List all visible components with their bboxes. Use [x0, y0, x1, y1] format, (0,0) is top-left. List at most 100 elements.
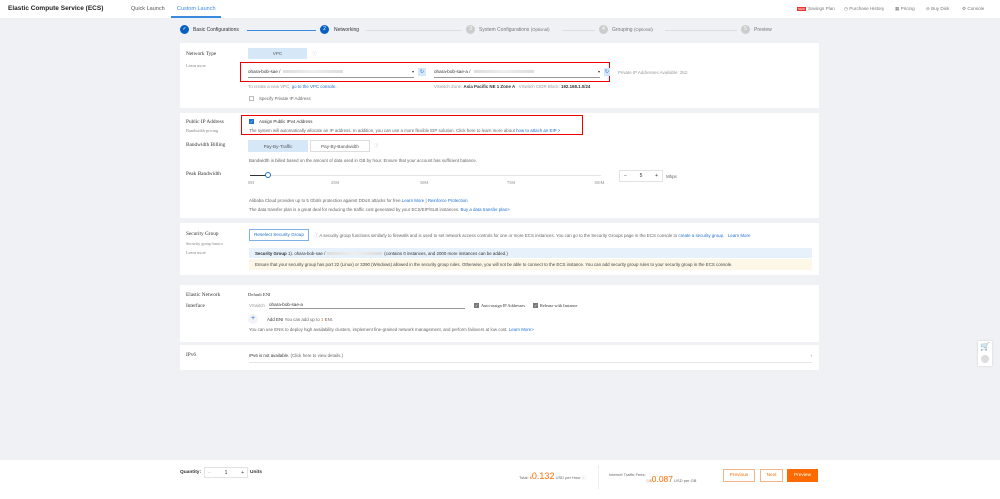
- redacted-id: [473, 70, 534, 73]
- release-checkbox[interactable]: ✓: [533, 303, 538, 308]
- network-type-label: Network Type: [186, 51, 217, 57]
- ipv6-expander[interactable]: IPv6 is not available. (Click here to vi…: [249, 353, 812, 363]
- eni-learn-more-link[interactable]: Learn More>: [509, 327, 534, 332]
- default-eni-label: Default ENI: [248, 292, 271, 297]
- dropdown-arrow-icon: ▾: [411, 69, 414, 74]
- pay-by-traffic-button[interactable]: Pay-By-Traffic: [248, 140, 308, 152]
- tick-label: 100M: [594, 180, 605, 185]
- bandwidth-slider-handle[interactable]: [264, 172, 271, 178]
- increment-button[interactable]: +: [655, 173, 658, 179]
- refresh-vpc-icon[interactable]: ↻: [418, 68, 426, 76]
- security-warning: Ensure that your security group has port…: [249, 259, 812, 270]
- step-grouping[interactable]: Grouping (Optional): [612, 27, 653, 33]
- eni-vswitch-field[interactable]: ohara-bob-sae-a: [269, 299, 465, 309]
- tick-label: 0M: [248, 180, 254, 185]
- private-ip-available: Private IP Addresses Available: 252.: [618, 70, 689, 75]
- redacted-id: [283, 70, 344, 73]
- cart-icon[interactable]: 🛒: [980, 342, 990, 351]
- decrement-button[interactable]: −: [624, 173, 627, 179]
- eip-description: The system will automatically allocate a…: [249, 128, 561, 133]
- release-label: Release with Instance: [540, 303, 578, 308]
- eni-label-2: Interface: [186, 303, 205, 309]
- quantity-stepper[interactable]: − 1 +: [204, 467, 248, 478]
- bandwidth-slider-track[interactable]: [250, 175, 601, 176]
- data-plan-text: The data transfer plan is a great deal f…: [249, 207, 510, 212]
- pricing-link[interactable]: ▦ Pricing: [895, 6, 915, 12]
- peak-bandwidth-value[interactable]: 5: [640, 173, 643, 179]
- pay-by-bandwidth-button[interactable]: Pay-By-Bandwidth: [310, 140, 370, 152]
- total-price: Total: $0.132 USD per Hour ⓘ: [519, 471, 586, 481]
- add-eni-plus-icon[interactable]: +: [248, 314, 258, 324]
- create-security-group-link[interactable]: create a security group.: [678, 233, 724, 238]
- new-badge: NEW: [797, 6, 806, 11]
- step-preview[interactable]: Preview: [754, 27, 772, 33]
- ipv6-label: IPv6: [186, 352, 197, 358]
- step-3-number: 3: [466, 25, 475, 34]
- help-icon[interactable]: ⓘ: [374, 143, 378, 149]
- tick-label: 50M: [420, 180, 429, 185]
- help-circle-icon[interactable]: [981, 355, 989, 363]
- add-eni-button[interactable]: Add ENI: [267, 317, 283, 322]
- vpc-select[interactable]: ohara-bob-sae / ▾: [248, 66, 414, 78]
- console-link[interactable]: ⚙ Console: [962, 6, 984, 12]
- increment-button[interactable]: +: [241, 470, 244, 476]
- security-group-description: ⓘ A security group functions similarly t…: [314, 233, 751, 238]
- attach-eip-link[interactable]: how to attach an EIP >: [516, 128, 560, 133]
- tick-label: 75M: [507, 180, 516, 185]
- quantity-label: Quantity:: [180, 470, 202, 475]
- step-connector: [247, 29, 316, 31]
- vpc-console-link[interactable]: go to the VPC console.: [292, 84, 337, 89]
- traffic-fees-label: Internet Traffic Fees:: [609, 472, 646, 477]
- vpc-button[interactable]: VPC: [248, 48, 307, 59]
- ddos-text: Alibaba Cloud provides up to 5 Gbit/s pr…: [249, 198, 468, 203]
- assign-ipv4-checkbox[interactable]: ✓: [249, 119, 254, 124]
- vswitch-select[interactable]: ohara-bob-sae-a / ▾: [434, 66, 600, 78]
- step-system-configurations[interactable]: System Configurations (Optional): [479, 27, 550, 33]
- auto-assign-checkbox[interactable]: ✓: [474, 303, 479, 308]
- page-title: Elastic Compute Service (ECS): [8, 5, 104, 12]
- peak-bandwidth-label: Peak Bandwidth: [186, 171, 221, 177]
- divider: [598, 465, 599, 489]
- ddos-learn-more-link[interactable]: Learn More: [402, 198, 424, 203]
- tab-quick-launch[interactable]: Quick Launch: [131, 6, 165, 12]
- specify-ip-label: Specify Private IP Address: [259, 96, 311, 101]
- step-basic-configurations[interactable]: Basic Configurations: [193, 27, 239, 33]
- help-icon[interactable]: ⓘ: [312, 51, 316, 57]
- peak-bandwidth-stepper[interactable]: − 5 +: [619, 170, 663, 182]
- chevron-right-icon: ›: [810, 353, 812, 358]
- security-basics-link[interactable]: Security group basics: [186, 241, 223, 246]
- reselect-security-group-button[interactable]: Reselect Security Group: [249, 229, 309, 241]
- purchase-history-link[interactable]: ◷ Purchase History: [844, 6, 884, 12]
- create-vpc-hint: To create a new VPC, go to the VPC conso…: [248, 84, 337, 89]
- buy-disk-link[interactable]: ⊖ Buy Disk: [926, 6, 949, 12]
- eni-label: Elastic Network: [186, 292, 221, 298]
- previous-button[interactable]: Previous: [723, 469, 755, 482]
- next-button[interactable]: Next: [760, 469, 783, 482]
- eni-section: [180, 285, 819, 342]
- traffic-fees-price: ◷$0.087 USD per GB: [646, 474, 697, 484]
- specify-ip-checkbox[interactable]: [249, 96, 254, 101]
- redacted-id: [327, 251, 383, 255]
- learn-more-link[interactable]: Learn more: [186, 63, 206, 68]
- auto-assign-label: Auto-assign IP Addresses: [481, 303, 526, 308]
- step-1-check-icon: ✓: [180, 25, 189, 34]
- reinforce-protection-link[interactable]: Reinforce Protection: [428, 198, 468, 203]
- dropdown-arrow-icon: ▾: [597, 69, 600, 74]
- step-connector: [366, 29, 462, 31]
- quantity-value[interactable]: 1: [225, 470, 228, 476]
- learn-more-link[interactable]: Learn More: [728, 233, 750, 238]
- buy-data-plan-link[interactable]: Buy a data transfer plan>: [461, 207, 510, 212]
- security-learn-more-link[interactable]: Learn more: [186, 250, 206, 255]
- footer-bar: [0, 460, 1000, 499]
- step-2-number: 2: [320, 25, 329, 34]
- refresh-vswitch-icon[interactable]: ↻: [604, 68, 610, 76]
- preview-button[interactable]: Preview: [787, 469, 818, 482]
- bandwidth-billing-label: Bandwidth Billing: [186, 142, 226, 148]
- bandwidth-pricing-link[interactable]: Bandwidth pricing: [186, 128, 218, 133]
- help-icon[interactable]: ⓘ: [582, 475, 586, 480]
- tab-custom-launch[interactable]: Custom Launch: [177, 6, 216, 12]
- add-eni-text: Add ENI You can add up to 1 ENI.: [267, 317, 334, 322]
- savings-plan-link[interactable]: Savings Plan: [808, 6, 835, 11]
- decrement-button[interactable]: −: [208, 470, 211, 476]
- billing-description: Bandwidth is billed based on the amount …: [249, 158, 477, 163]
